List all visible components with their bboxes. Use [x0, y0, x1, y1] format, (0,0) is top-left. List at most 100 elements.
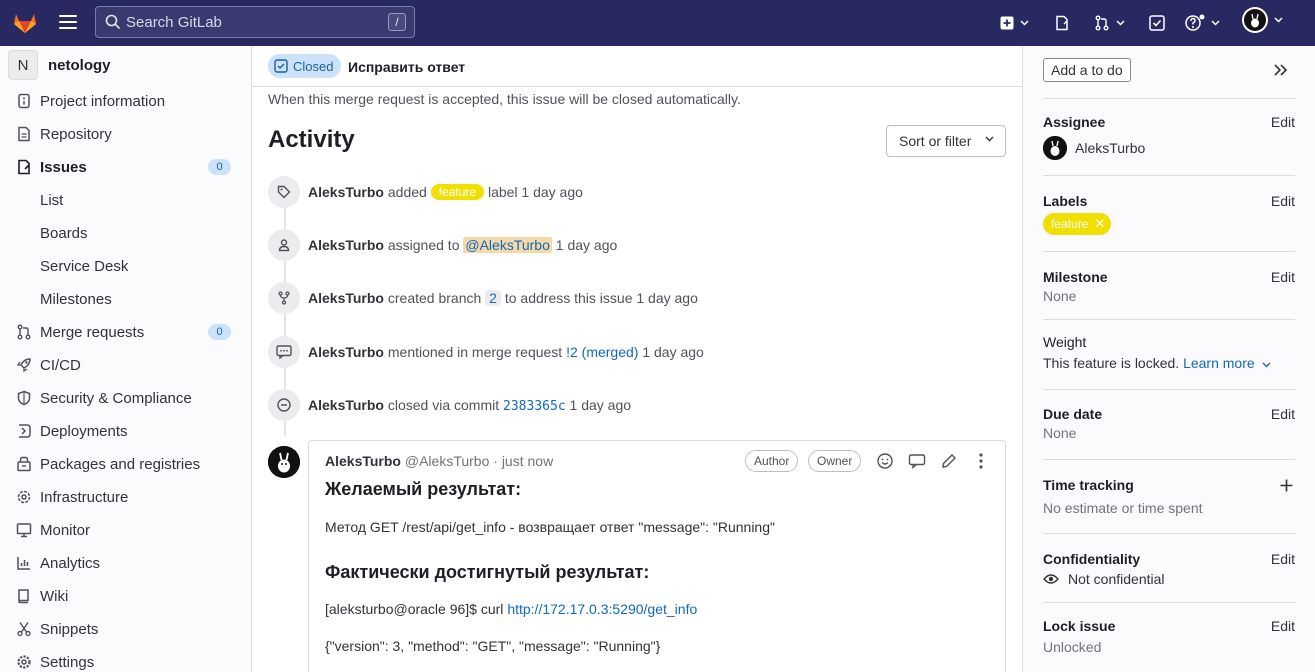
emoji-icon[interactable] — [876, 452, 894, 470]
help-dropdown[interactable] — [1185, 13, 1220, 33]
lock-issue-section: Lock issue Edit Unlocked — [1043, 618, 1295, 658]
edit-labels-button[interactable]: Edit — [1271, 193, 1295, 209]
sidebar-item-label: Snippets — [40, 620, 99, 638]
chevron-down-icon — [1274, 17, 1283, 23]
timeline-time: label 1 day ago — [487, 184, 583, 200]
note-meta: @AleksTurbo · just now — [404, 453, 554, 469]
commit-link[interactable]: 2383365c — [503, 399, 566, 414]
divider — [1043, 533, 1295, 534]
edit-lock-button[interactable]: Edit — [1271, 618, 1295, 634]
edit-assignee-button[interactable]: Edit — [1271, 114, 1295, 130]
sidebar-item-settings[interactable]: Settings — [0, 648, 251, 672]
user-mention-link[interactable]: @AleksTurbo — [463, 237, 552, 253]
avatar[interactable] — [268, 446, 300, 478]
todos-nav-button[interactable] — [1149, 13, 1165, 33]
search-input[interactable]: Search GitLab / — [95, 6, 415, 38]
sidebar-item-label: Merge requests — [40, 323, 145, 341]
plus-square-icon — [1000, 16, 1014, 30]
sort-filter-button[interactable]: Sort or filter — [886, 125, 1006, 157]
timeline-text: AleksTurbo created branch 2 to address t… — [308, 290, 698, 306]
branch-icon — [268, 282, 300, 314]
help-icon — [1185, 14, 1205, 31]
edit-milestone-button[interactable]: Edit — [1271, 269, 1295, 285]
user-link[interactable]: AleksTurbo — [308, 290, 384, 306]
sidebar-item-analytics[interactable]: Analytics — [0, 549, 251, 577]
timeline-text: AleksTurbo assigned to @AleksTurbo 1 day… — [308, 237, 617, 253]
sidebar-item-merge-requests[interactable]: Merge requests 0 — [0, 318, 251, 346]
sidebar-item-deployments[interactable]: Deployments — [0, 417, 251, 445]
gitlab-logo-icon[interactable] — [12, 9, 38, 35]
timeline-item: AleksTurbo closed via commit 2383365c 1 … — [268, 389, 631, 421]
merge-request-link[interactable]: !2 (merged) — [566, 344, 638, 360]
sidebar-item-security-compliance[interactable]: Security & Compliance — [0, 384, 251, 412]
sidebar-item-boards[interactable]: Boards — [0, 219, 251, 247]
sidebar-item-label: Repository — [40, 125, 112, 143]
label-chip[interactable]: feature ✕ — [1043, 213, 1112, 235]
note-paragraph: {"version": 3, "method": "GET", "message… — [325, 638, 661, 654]
sidebar-item-milestones[interactable]: Milestones — [0, 285, 251, 313]
remove-label-icon[interactable]: ✕ — [1094, 216, 1105, 232]
timeline-text: AleksTurbo added feature label 1 day ago — [308, 184, 583, 200]
issue-right-sidebar: Add a to do Assignee Edit AleksTurbo Lab… — [1022, 46, 1315, 672]
sidebar-item-issues[interactable]: Issues 0 — [0, 153, 251, 181]
assignee-name: AleksTurbo — [1075, 140, 1146, 156]
doc-icon — [18, 126, 30, 142]
merge-request-title-link[interactable]: Исправить ответ — [348, 59, 465, 75]
sidebar-item-repository[interactable]: Repository — [0, 120, 251, 148]
learn-more-link[interactable]: Learn more — [1183, 355, 1255, 371]
sidebar-item-project-information[interactable]: Project information — [0, 87, 251, 115]
sidebar-item-service-desk[interactable]: Service Desk — [0, 252, 251, 280]
sidebar-item-label: List — [40, 191, 64, 209]
add-todo-button[interactable]: Add a to do — [1043, 58, 1131, 82]
divider — [1043, 251, 1295, 252]
user-link[interactable]: AleksTurbo — [308, 397, 384, 413]
edit-pencil-icon[interactable] — [940, 452, 958, 470]
collapse-sidebar-icon[interactable] — [1272, 63, 1288, 77]
confidentiality-title: Confidentiality — [1043, 551, 1141, 567]
user-link[interactable]: AleksTurbo — [308, 237, 384, 253]
time-tracking-section: Time tracking No estimate or time spent — [1043, 477, 1295, 521]
sidebar-item-snippets[interactable]: Snippets — [0, 615, 251, 643]
sort-filter-label: Sort or filter — [899, 133, 972, 149]
user-menu-dropdown[interactable] — [1242, 7, 1283, 33]
timeline-action: assigned to — [387, 237, 460, 253]
url-link[interactable]: http://172.17.0.3:5290/get_info — [507, 601, 697, 617]
more-actions-icon[interactable] — [972, 452, 990, 470]
user-icon — [268, 229, 300, 261]
sidebar-item-ci-cd[interactable]: CI/CD — [0, 351, 251, 379]
merge-requests-nav-button[interactable] — [1094, 13, 1125, 33]
label-badge[interactable]: feature — [430, 184, 485, 200]
sidebar-item-monitor[interactable]: Monitor — [0, 516, 251, 544]
weight-title: Weight — [1043, 334, 1087, 350]
sidebar-item-list[interactable]: List — [0, 186, 251, 214]
scissors-icon — [17, 622, 31, 637]
reply-icon[interactable] — [908, 452, 926, 470]
sidebar-item-infrastructure[interactable]: Infrastructure — [0, 483, 251, 511]
plus-icon[interactable] — [1280, 479, 1293, 492]
activity-heading: Activity — [268, 126, 355, 153]
edit-confidentiality-button[interactable]: Edit — [1271, 551, 1295, 567]
eye-icon — [1043, 574, 1059, 584]
timeline-text: AleksTurbo closed via commit 2383365c 1 … — [308, 397, 631, 414]
edit-due-date-button[interactable]: Edit — [1271, 406, 1295, 422]
issues-nav-button[interactable] — [1054, 13, 1070, 33]
divider — [1043, 389, 1295, 390]
rocket-icon — [16, 358, 31, 373]
create-new-dropdown[interactable] — [1000, 13, 1029, 33]
user-link[interactable]: AleksTurbo — [308, 184, 384, 200]
sidebar-item-wiki[interactable]: Wiki — [0, 582, 251, 610]
assignee-user[interactable]: AleksTurbo — [1043, 136, 1145, 160]
sidebar-item-packages-registries[interactable]: Packages and registries — [0, 450, 251, 478]
sidebar-item-label: Security & Compliance — [40, 389, 192, 407]
branch-link[interactable]: 2 — [485, 290, 501, 306]
menu-icon[interactable] — [58, 13, 78, 31]
timeline-time: 1 day ago — [569, 396, 632, 413]
project-avatar: N — [8, 50, 38, 80]
label-icon — [268, 176, 300, 208]
timeline-time: to address this issue 1 day ago — [504, 290, 698, 306]
user-link[interactable]: AleksTurbo — [308, 344, 384, 360]
note-author-link[interactable]: AleksTurbo — [325, 453, 401, 469]
weight-section: Weight This feature is locked. Learn mor… — [1043, 334, 1295, 374]
project-header[interactable]: N netology — [8, 50, 111, 80]
label-chip-text: feature — [1051, 217, 1089, 231]
